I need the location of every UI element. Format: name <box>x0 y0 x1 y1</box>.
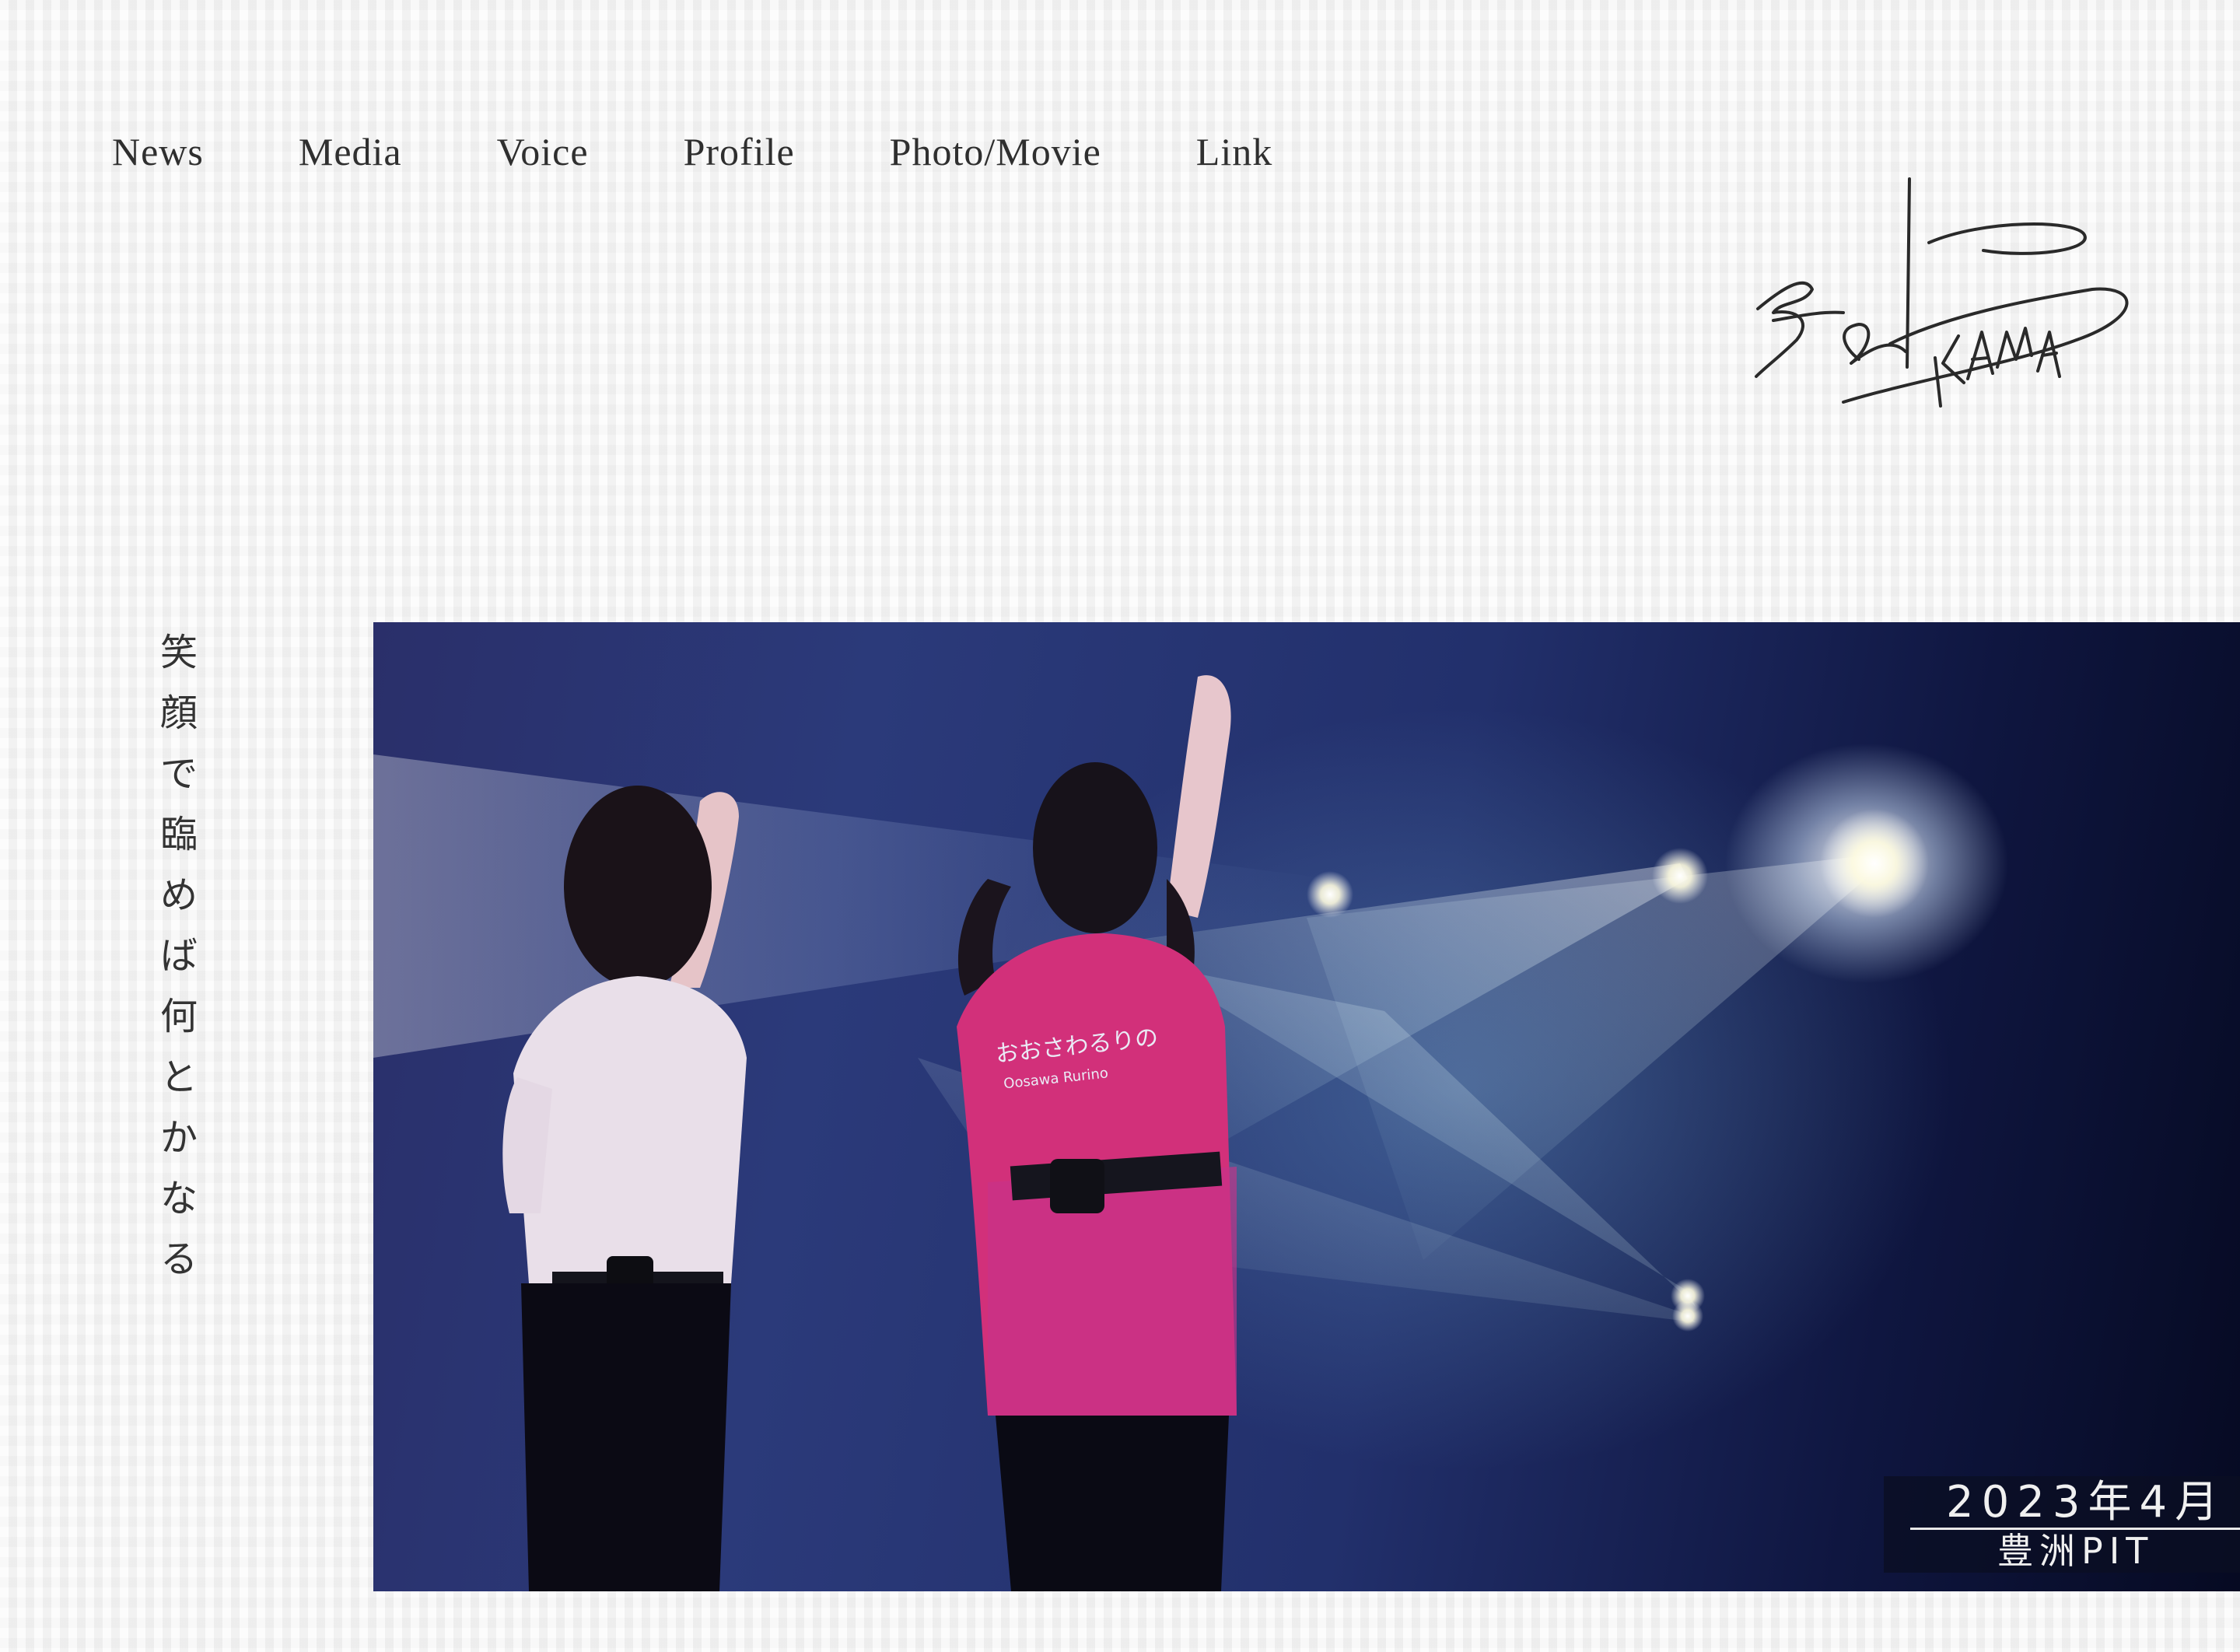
tagline-char: 顔 <box>159 691 198 735</box>
video-caption: 2023年4月 豊洲PIT <box>1884 1476 2240 1573</box>
tagline-char: 臨 <box>159 813 198 856</box>
tagline-char: め <box>159 873 198 917</box>
hero-concert-image: おおさわるりの Oosawa Rurino 2023年4月 豊洲PIT <box>373 622 2240 1591</box>
performer-right: おおさわるりの Oosawa Rurino <box>957 675 1237 1591</box>
nav-media[interactable]: Media <box>299 129 402 174</box>
main-nav: News Media Voice Profile Photo/Movie Lin… <box>112 124 1272 179</box>
tagline-char: か <box>159 1116 198 1160</box>
spotlight <box>1820 809 1929 918</box>
nav-news[interactable]: News <box>112 129 204 174</box>
tagline-char: ば <box>159 934 198 978</box>
tagline-char: な <box>159 1177 198 1220</box>
nav-profile[interactable]: Profile <box>684 129 795 174</box>
caption-venue: 豊洲PIT <box>1997 1530 2154 1572</box>
spotlight <box>1307 871 1353 918</box>
tagline-char: る <box>159 1237 198 1281</box>
vertical-tagline: 笑 顔 で 臨 め ば 何 と か な る <box>154 622 204 1290</box>
tagline-char: で <box>159 752 198 796</box>
nav-voice[interactable]: Voice <box>497 129 589 174</box>
caption-date: 2023年4月 <box>1946 1477 2227 1528</box>
nav-photo-movie[interactable]: Photo/Movie <box>890 129 1101 174</box>
tagline-char: と <box>159 1055 198 1099</box>
tagline-char: 何 <box>159 995 198 1038</box>
signature-logo[interactable] <box>1750 173 2139 445</box>
nav-link[interactable]: Link <box>1196 129 1272 174</box>
tagline-char: 笑 <box>159 631 198 674</box>
spotlight <box>1672 1300 1703 1332</box>
spotlight <box>1652 848 1708 904</box>
